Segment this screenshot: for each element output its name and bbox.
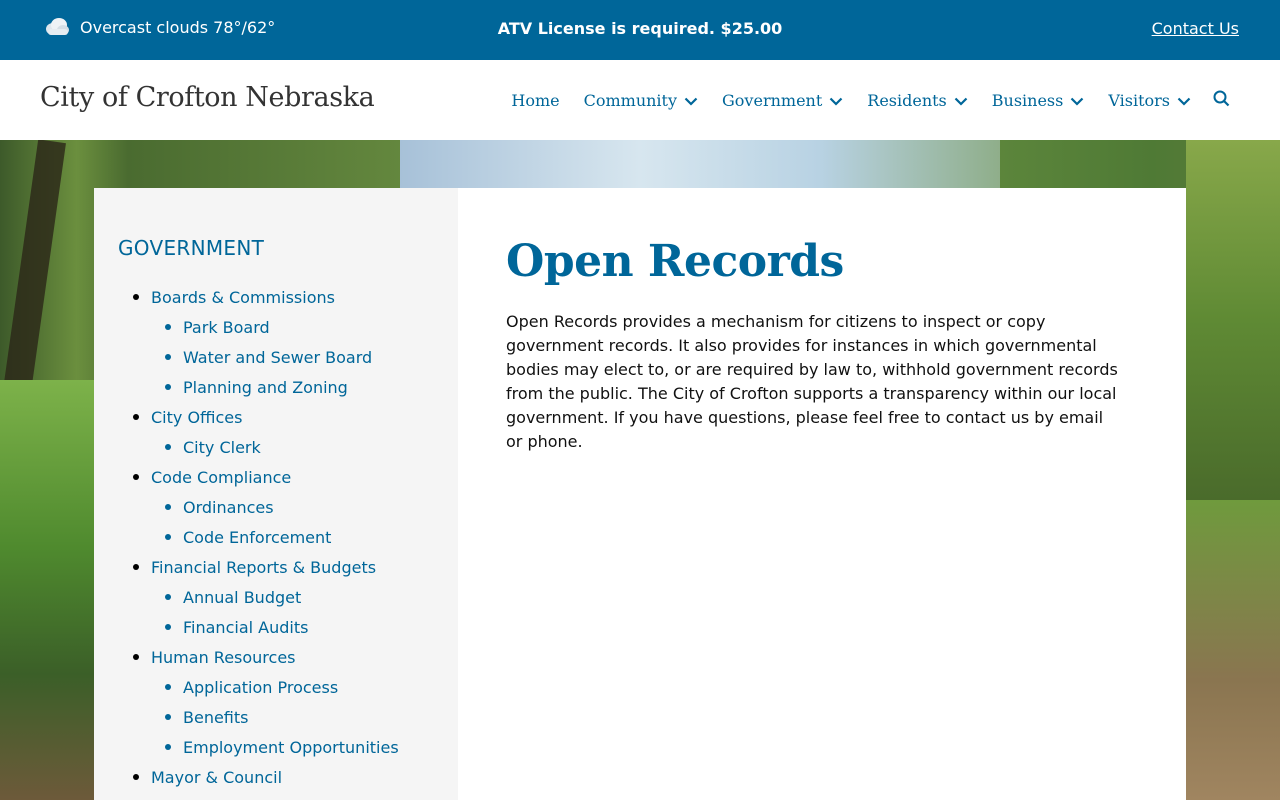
sidebar-link[interactable]: Financial Audits	[94, 612, 399, 642]
announcement-text: ATV License is required. $25.00	[497, 19, 783, 38]
sidebar-link[interactable]: Human Resources	[94, 642, 399, 672]
chevron-down-icon	[1177, 91, 1191, 110]
sidebar-link[interactable]: Benefits	[94, 702, 399, 732]
list-bullet	[165, 534, 171, 540]
list-bullet	[133, 774, 139, 780]
sidebar-link-label: City Offices	[151, 407, 243, 427]
search-button[interactable]	[1213, 90, 1230, 111]
nav-item-label: Community	[583, 91, 678, 110]
list-bullet	[165, 714, 171, 720]
chevron-down-icon	[829, 91, 843, 110]
nav-item-label: Home	[511, 91, 560, 110]
contact-us-link[interactable]: Contact Us	[1152, 19, 1239, 38]
nav-item-residents[interactable]: Residents	[867, 91, 968, 110]
sidebar-link[interactable]: Employment Opportunities	[94, 732, 399, 762]
nav-item-home[interactable]: Home	[511, 91, 559, 110]
sidebar-link-label: Water and Sewer Board	[183, 347, 373, 367]
list-bullet	[133, 654, 139, 660]
sidebar-link[interactable]: Annual Budget	[94, 582, 399, 612]
sidebar-link-label: Ordinances	[183, 497, 274, 517]
sidebar-link[interactable]: Application Process	[94, 672, 399, 702]
sidebar-link[interactable]: Code Enforcement	[94, 522, 399, 552]
main-content: Open Records Open Records provides a mec…	[458, 188, 1186, 800]
list-bullet	[165, 624, 171, 630]
sidebar-link-label: Benefits	[183, 707, 249, 727]
sidebar-link-label: Code Enforcement	[183, 527, 332, 547]
sidebar-heading: GOVERNMENT	[118, 236, 265, 260]
list-bullet	[165, 384, 171, 390]
nav-item-label: Government	[722, 91, 823, 110]
sidebar-link-label: Planning and Zoning	[183, 377, 348, 397]
nav-item-business[interactable]: Business	[992, 91, 1085, 110]
list-bullet	[165, 354, 171, 360]
list-bullet	[133, 294, 139, 300]
nav-item-label: Visitors	[1108, 91, 1170, 110]
list-bullet	[165, 744, 171, 750]
sidebar-link[interactable]: Boards & Commissions	[94, 282, 399, 312]
search-icon	[1213, 90, 1230, 111]
sidebar-link[interactable]: City Offices	[94, 402, 399, 432]
chevron-down-icon	[954, 91, 968, 110]
sidebar-link[interactable]: Code Compliance	[94, 462, 399, 492]
sidebar-link[interactable]: Financial Reports & Budgets	[94, 552, 399, 582]
sidebar-link-label: City Clerk	[183, 437, 261, 457]
list-bullet	[165, 684, 171, 690]
sidebar-link-label: Boards & Commissions	[151, 287, 335, 307]
nav-item-government[interactable]: Government	[722, 91, 843, 110]
sidebar-link[interactable]: City Clerk	[94, 432, 399, 462]
sidebar-link[interactable]: Mayor & Council	[94, 762, 399, 792]
sidebar-link[interactable]: Planning and Zoning	[94, 372, 399, 402]
sidebar-list: Boards & Commissions Park Board Water and …	[94, 282, 399, 792]
list-bullet	[165, 324, 171, 330]
list-bullet	[133, 564, 139, 570]
nav-item-label: Residents	[867, 91, 947, 110]
list-bullet	[165, 504, 171, 510]
sidebar-link[interactable]: Ordinances	[94, 492, 399, 522]
sidebar-link-label: Financial Reports & Budgets	[151, 557, 377, 577]
top-utility-bar: Overcast clouds 78°/62° ATV License is r…	[0, 0, 1280, 60]
sidebar-link-label: Code Compliance	[151, 467, 292, 487]
site-header: City of Crofton Nebraska Home Community …	[0, 60, 1280, 140]
list-bullet	[165, 444, 171, 450]
sidebar-link-label: Application Process	[183, 677, 339, 697]
sidebar-link-label: Annual Budget	[183, 587, 302, 607]
list-bullet	[133, 474, 139, 480]
sidebar-link-label: Human Resources	[151, 647, 296, 667]
nav-item-label: Business	[991, 91, 1064, 110]
nav-item-community[interactable]: Community	[584, 91, 698, 110]
sidebar-link-label: Park Board	[183, 317, 270, 337]
chevron-down-icon	[1070, 91, 1084, 110]
page-title: Open Records	[506, 236, 844, 287]
main-nav: Home Community Government Residents Busi…	[487, 90, 1230, 111]
page-body-text: Open Records provides a mechanism for ci…	[506, 312, 1118, 451]
nav-item-visitors[interactable]: Visitors	[1108, 91, 1191, 110]
sidebar-link-label: Employment Opportunities	[183, 737, 399, 757]
sidebar-link[interactable]: Park Board	[94, 312, 399, 342]
government-sidebar: GOVERNMENT Boards & Commissions Park Boar…	[94, 188, 458, 800]
chevron-down-icon	[684, 91, 698, 110]
site-title[interactable]: City of Crofton Nebraska	[40, 82, 375, 113]
list-bullet	[133, 414, 139, 420]
list-bullet	[165, 594, 171, 600]
sidebar-link-label: Mayor & Council	[151, 767, 283, 787]
sidebar-link-label: Financial Audits	[183, 617, 309, 637]
sidebar-link[interactable]: Water and Sewer Board	[94, 342, 399, 372]
